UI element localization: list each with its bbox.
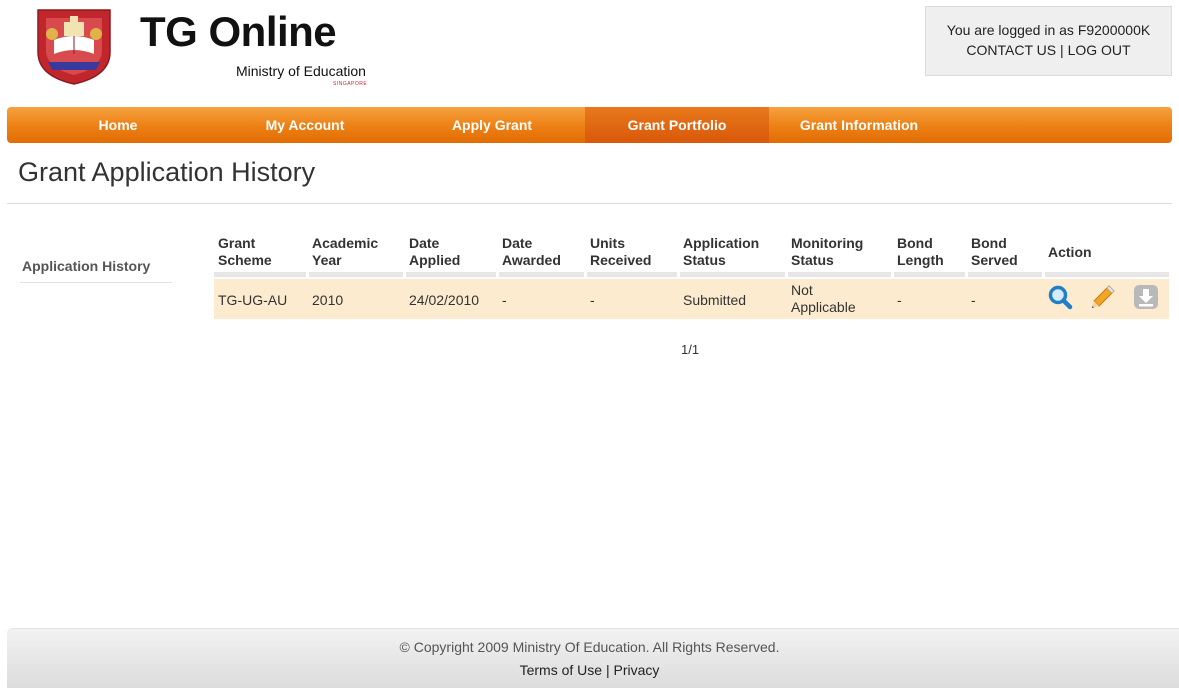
column-header-bond-served: Bond Served [971, 235, 1018, 268]
cell-date-awarded: - [502, 292, 507, 308]
header-rule [406, 272, 496, 277]
header-rule [1045, 272, 1169, 277]
cell-grant-scheme: TG-UG-AU [218, 292, 288, 308]
cell-units-received: - [590, 292, 595, 308]
header-rule [894, 272, 965, 277]
moe-crest-logo [34, 8, 114, 86]
footer: © Copyright 2009 Ministry Of Education. … [7, 628, 1179, 688]
header-rule [214, 272, 306, 277]
country-label: SINGAPORE [333, 81, 368, 87]
column-header-date-awarded: Date Awarded [502, 235, 561, 268]
cell-monitoring-status: Not Applicable [791, 282, 856, 315]
nav-item-home[interactable]: Home [25, 107, 211, 143]
magnifier-icon [1048, 285, 1073, 310]
session-panel: You are logged in as F9200000K CONTACT U… [925, 6, 1172, 76]
log-out-link[interactable]: LOG OUT [1068, 42, 1131, 58]
privacy-link[interactable]: Privacy [613, 662, 659, 678]
column-header-application-status: Application Status [683, 235, 760, 268]
ministry-name: Ministry of Education [236, 63, 366, 79]
header-rule [309, 272, 403, 277]
cell-application-status: Submitted [683, 292, 747, 308]
column-header-date-applied: Date Applied [409, 235, 461, 268]
column-header-bond-length: Bond Length [897, 235, 944, 268]
footer-separator: | [605, 662, 610, 678]
link-separator: | [1060, 42, 1064, 58]
download-button[interactable] [1133, 284, 1159, 310]
page-title: Grant Application History [18, 157, 316, 187]
column-header-action: Action [1048, 244, 1092, 260]
copyright-text: © Copyright 2009 Ministry Of Education. … [399, 639, 780, 655]
sidebar-item-application-history[interactable]: Application History [22, 258, 150, 274]
footer-links: Terms of Use | Privacy [7, 662, 1172, 678]
pencil-icon [1092, 285, 1115, 308]
download-icon [1134, 285, 1158, 309]
column-header-monitoring-status: Monitoring Status [791, 235, 864, 268]
nav-item-my-account[interactable]: My Account [211, 107, 399, 143]
header-rule [680, 272, 785, 277]
nav-item-grant-portfolio[interactable]: Grant Portfolio [585, 107, 769, 143]
pagination-indicator: 1/1 [681, 342, 700, 357]
header-rule [968, 272, 1042, 277]
cell-bond-length: - [897, 292, 902, 308]
column-header-units-received: Units Received [590, 235, 652, 268]
app-title: TG Online [140, 8, 337, 55]
contact-us-link[interactable]: CONTACT US [966, 42, 1056, 58]
view-button[interactable] [1047, 284, 1073, 310]
nav-item-apply-grant[interactable]: Apply Grant [399, 107, 585, 143]
title-divider [7, 203, 1172, 204]
edit-button[interactable] [1090, 284, 1116, 310]
header-rule [499, 272, 584, 277]
column-header-grant-scheme: Grant Scheme [218, 235, 272, 268]
column-header-academic-year: Academic Year [312, 235, 379, 268]
header-rule [587, 272, 677, 277]
terms-of-use-link[interactable]: Terms of Use [520, 662, 602, 678]
sidebar-divider [20, 282, 172, 283]
nav-item-grant-information[interactable]: Grant Information [769, 107, 949, 143]
header-rule [788, 272, 891, 277]
cell-academic-year: 2010 [312, 292, 344, 308]
cell-bond-served: - [971, 292, 976, 308]
main-nav: Home My Account Apply Grant Grant Portfo… [7, 107, 1172, 143]
logged-in-text: You are logged in as F9200000K [946, 22, 1151, 38]
cell-date-applied: 24/02/2010 [409, 292, 480, 308]
